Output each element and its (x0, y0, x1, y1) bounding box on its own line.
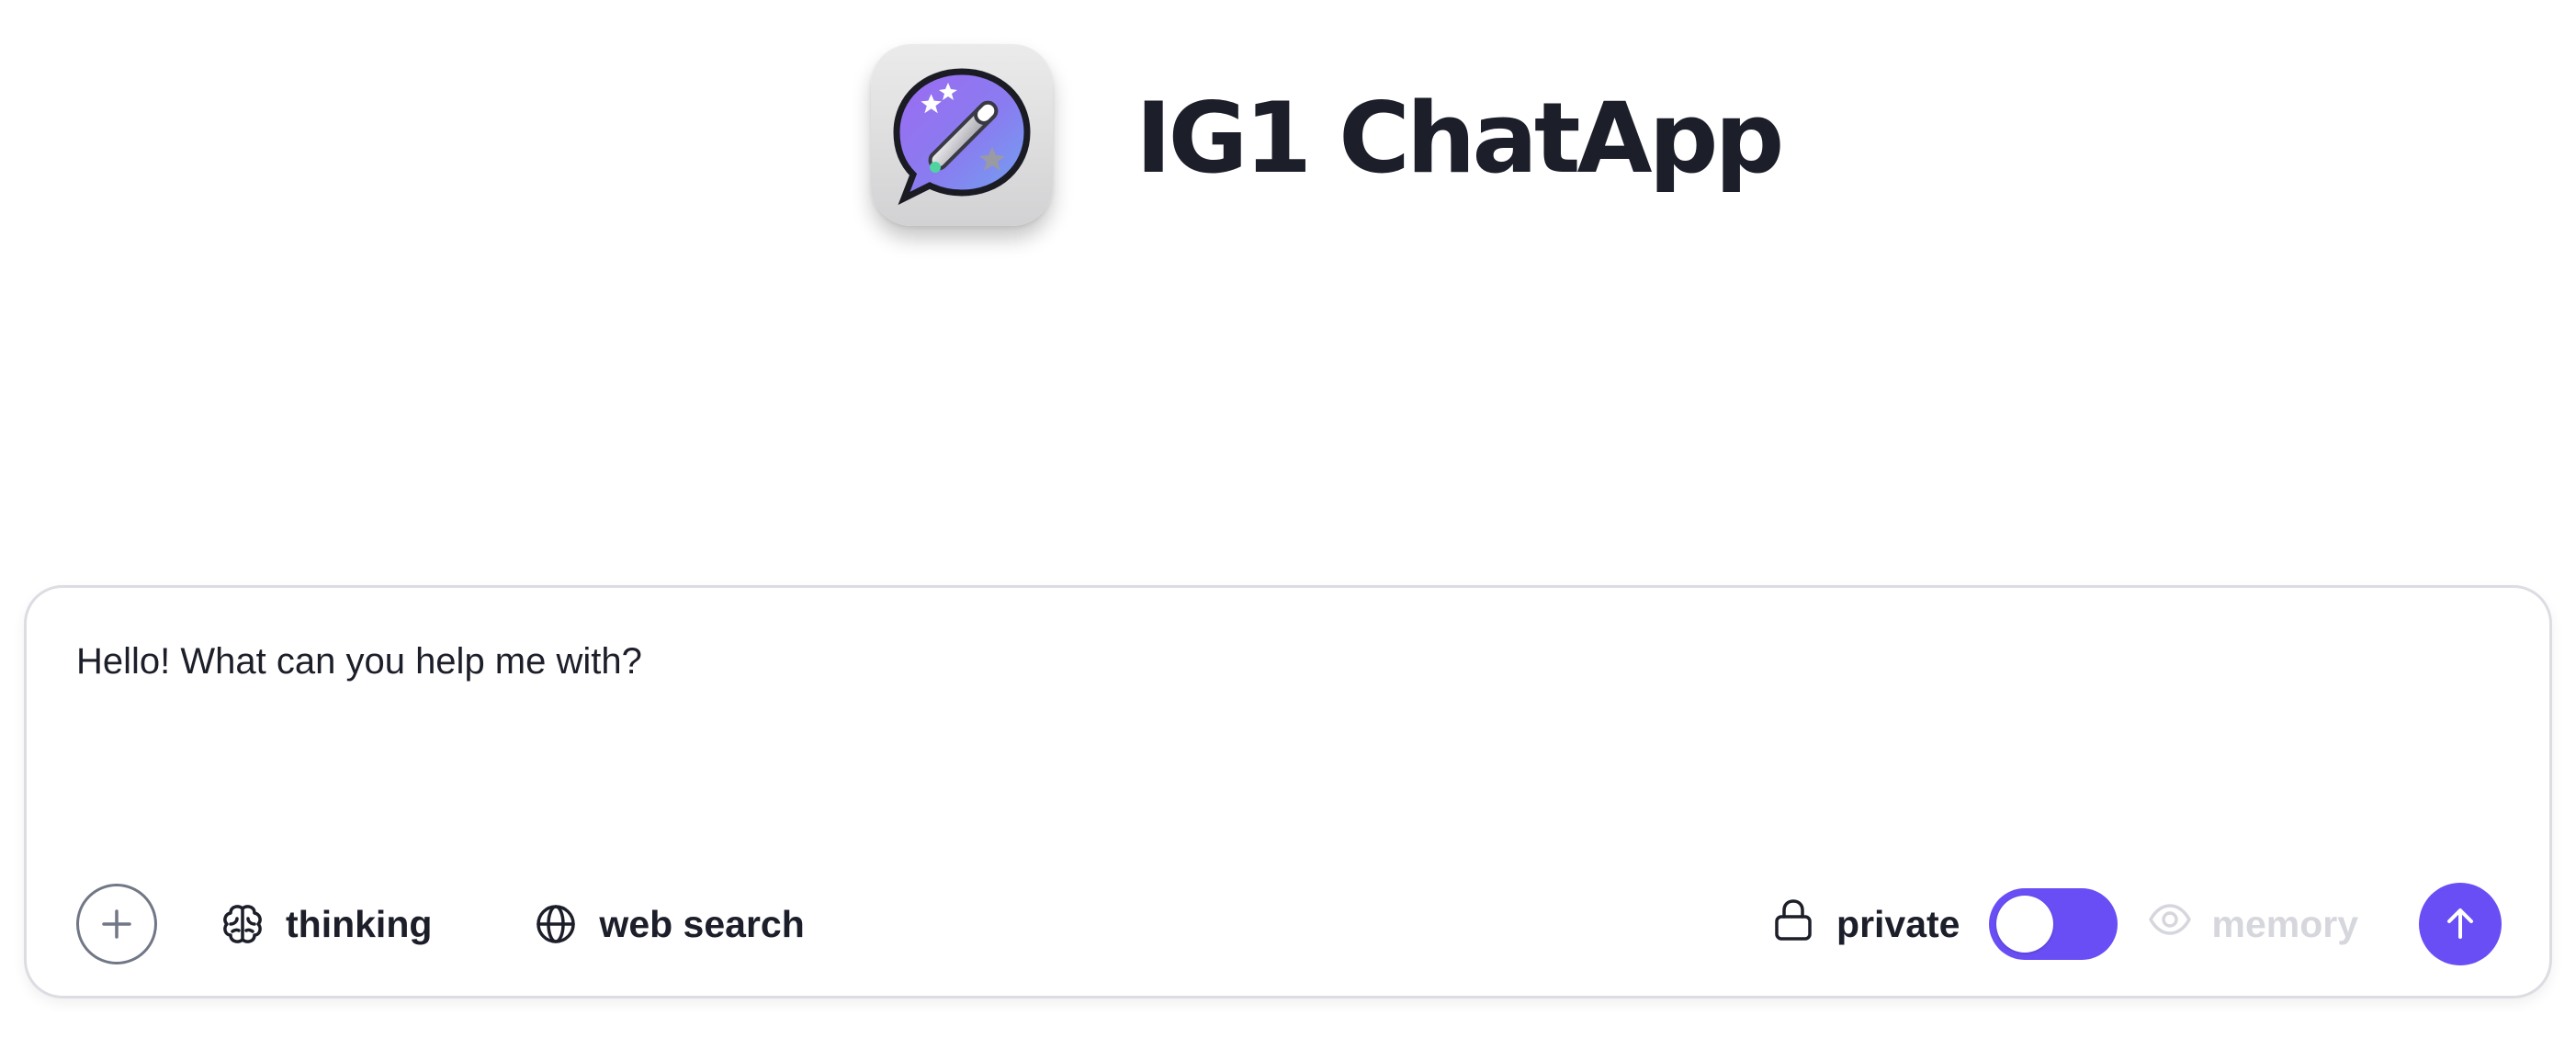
plus-icon (102, 909, 131, 939)
app-logo (871, 44, 1053, 226)
web-search-toggle-button[interactable]: web search (533, 901, 805, 947)
toggle-knob (1996, 896, 2054, 953)
arrow-up-icon (2447, 908, 2473, 939)
lock-icon (1772, 897, 1814, 952)
private-label: private (1836, 902, 1960, 945)
web-search-label: web search (599, 902, 805, 945)
composer-toolbar-right: private memory (1772, 882, 2502, 966)
magic-wand-chat-bubble-icon (893, 68, 1031, 206)
brain-icon (220, 901, 266, 947)
add-attachment-button[interactable] (76, 884, 157, 964)
eye-icon (2147, 901, 2193, 947)
app-title: IG1 ChatApp (1135, 82, 1784, 195)
private-toggle[interactable] (1989, 888, 2118, 960)
composer-toolbar-left: thinking web search (76, 882, 805, 966)
memory-button[interactable]: memory (2147, 901, 2358, 947)
app-header: IG1 ChatApp (871, 44, 1784, 226)
message-composer: thinking web search private (24, 585, 2552, 998)
memory-label: memory (2211, 902, 2358, 945)
globe-icon (533, 901, 579, 947)
thinking-label: thinking (286, 902, 433, 945)
send-button[interactable] (2419, 883, 2502, 965)
message-input[interactable] (76, 634, 2465, 753)
thinking-toggle-button[interactable]: thinking (220, 901, 432, 947)
private-indicator: private (1772, 897, 1960, 952)
